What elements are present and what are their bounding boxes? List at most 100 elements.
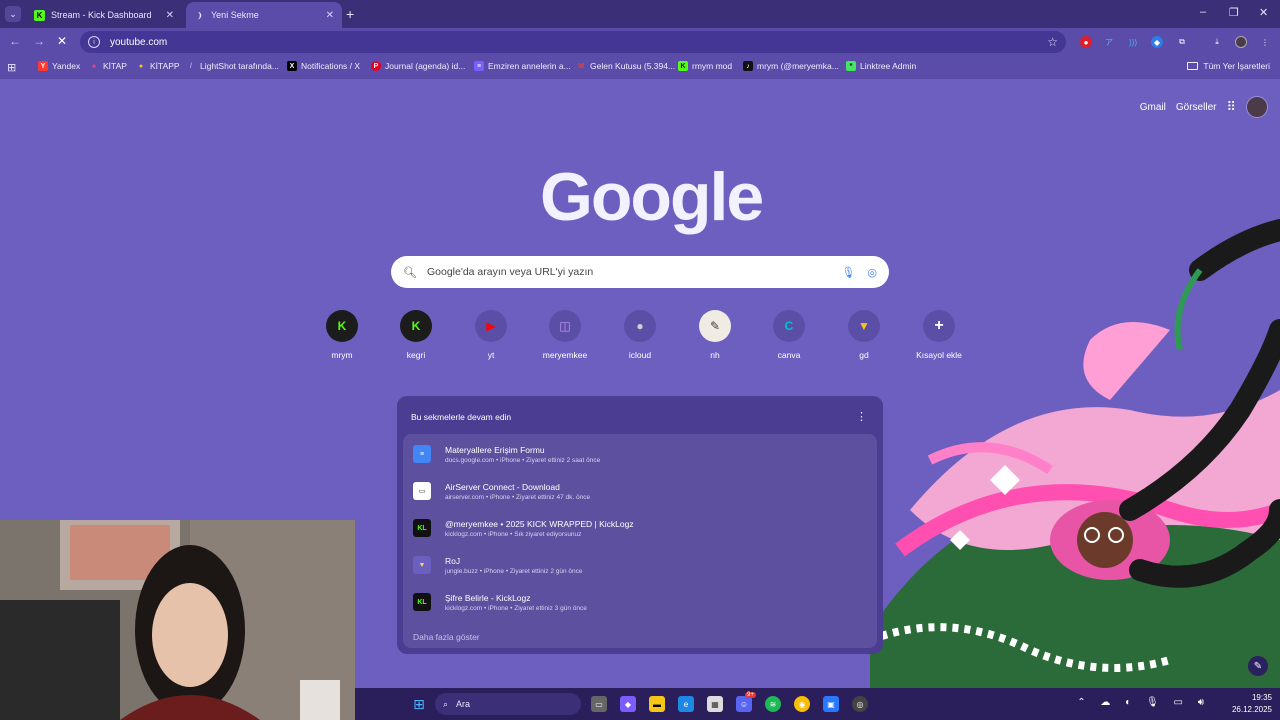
address-bar[interactable]: i youtube.com ☆ [80, 31, 1066, 53]
bookmark-x-notifications[interactable]: X Notifications / X [287, 61, 360, 71]
edge-icon[interactable]: e [678, 696, 694, 712]
close-icon[interactable]: ✕ [166, 10, 174, 21]
lightshot-icon: / [190, 62, 192, 70]
obs-icon[interactable]: ◎ [852, 696, 868, 712]
bookmark-yandex[interactable]: Y Yandex [38, 61, 80, 71]
shortcut-meryemkee[interactable]: ◫ meryemkee [527, 310, 603, 360]
x-icon: X [287, 61, 297, 71]
shortcut-gd[interactable]: ▼ gd [826, 310, 902, 360]
close-icon[interactable]: ✕ [326, 10, 334, 21]
new-tab-button[interactable]: + [346, 6, 354, 22]
shortcut-kegri[interactable]: Kkegri [378, 310, 454, 360]
item-meta: airserver.com • iPhone • Ziyaret ettiniz… [445, 493, 591, 501]
stop-loading-icon[interactable]: ✕ [57, 34, 67, 48]
bookmark-label: Notifications / X [301, 61, 361, 71]
all-bookmarks-folder[interactable]: Tüm Yer İşaretleri [1187, 61, 1270, 71]
shortcut-icloud[interactable]: ● icloud [602, 310, 678, 360]
bookmark-journal[interactable]: P Journal (agenda) id... [371, 61, 465, 71]
item-title: Şifre Belirle - KickLogz [445, 592, 531, 603]
bookmark-label: KİTAPP [150, 61, 180, 71]
site-info-icon[interactable]: i [88, 36, 100, 48]
tiktok-icon: ♪ [743, 61, 753, 71]
clock[interactable]: 19:35 26.12.2025 [1232, 692, 1272, 716]
add-shortcut-button[interactable]: + Kısayol ekle [901, 310, 977, 360]
apps-grid-icon[interactable]: ⊞ [7, 61, 16, 74]
folder-icon [1187, 62, 1199, 70]
bookmark-label: Journal (agenda) id... [385, 61, 466, 71]
close-window-button[interactable]: ✕ [1259, 6, 1268, 19]
kitapp-icon: ● [138, 62, 144, 70]
list-item[interactable]: KL Şifre Belirle - KickLogz kicklogz.com … [403, 584, 877, 620]
restore-button[interactable]: ❐ [1229, 6, 1239, 19]
shortcut-mrym[interactable]: Kmrym [304, 310, 380, 360]
taskbar-search[interactable]: ⌕ Ara [435, 693, 581, 715]
shortcut-canva[interactable]: Ccanva [751, 310, 827, 360]
customize-pencil-icon[interactable]: ✎ [1248, 656, 1268, 676]
images-link[interactable]: Görseller [1176, 102, 1217, 113]
spotify-icon[interactable]: ≋ [765, 696, 781, 712]
bookmark-star-icon[interactable]: ☆ [1047, 35, 1058, 49]
bookmark-tiktok[interactable]: ♪ mrym (@meryemka... [743, 61, 839, 71]
shortcut-yt[interactable]: ▶ yt [453, 310, 529, 360]
list-item[interactable]: ≡ Materyallere Erişim Formu docs.google.c… [403, 436, 877, 472]
file-explorer-icon[interactable]: ▬ [649, 696, 665, 712]
card-list: ≡ Materyallere Erişim Formu docs.google.c… [403, 434, 877, 648]
search-box[interactable]: 🔍︎ Google'da arayın veya URL'yi yazın 🎙︎… [391, 256, 889, 288]
bookmark-emziren[interactable]: ≡ Emziren annelerin a... [474, 61, 571, 71]
gmail-link[interactable]: Gmail [1140, 102, 1166, 113]
card-title: Bu sekmelerle devam edin [411, 412, 512, 422]
tab-kick-dashboard[interactable]: K Stream - Kick Dashboard ✕ [26, 2, 182, 28]
extensions-puzzle-icon[interactable]: ⧉ [1176, 36, 1188, 48]
item-meta: jungle.buzz • iPhone • Ziyaret ettiniz 2… [445, 567, 583, 575]
card-menu-icon[interactable]: ⋮ [856, 410, 867, 423]
microphone-icon[interactable]: 🎙︎ [841, 266, 855, 279]
menu-kebab-icon[interactable]: ⋮ [1259, 36, 1271, 48]
list-item[interactable]: ▭ AirServer Connect - Download airserver.… [403, 473, 877, 509]
copilot-icon[interactable]: ◆ [620, 696, 636, 712]
bookmark-gelen-kutusu[interactable]: M Gelen Kutusu (5.394... [576, 61, 675, 71]
blue-extension-icon[interactable]: ◆ [1151, 36, 1163, 48]
extension-red-icon[interactable]: ● [1080, 36, 1092, 48]
kick-icon: K [34, 9, 45, 21]
tab-search-button[interactable]: ⌄ [5, 6, 21, 22]
windows-taskbar: ⊞ ⌕ Ara ▭ ◆ ▬ e ▦ ☺ 9+ ≋ ◉ ▣ ◎ ⌃ ☁ ◐ 🎙︎ ▭… [355, 688, 1280, 720]
windows-start-icon[interactable]: ⊞ [411, 696, 427, 712]
list-item[interactable]: ▼ RoJ jungle.buzz • iPhone • Ziyaret etti… [403, 547, 877, 583]
forward-arrow-icon[interactable]: → [33, 34, 45, 48]
minimize-button[interactable]: – [1200, 6, 1206, 18]
chrome-icon[interactable]: ◉ [794, 696, 810, 712]
google-lens-icon[interactable]: ◎ [867, 266, 877, 279]
bookmark-kitapp[interactable]: ● KİTAPP [136, 61, 180, 71]
task-view-icon[interactable]: ▭ [591, 696, 607, 712]
back-arrow-icon[interactable]: ← [9, 34, 21, 48]
google-apps-icon[interactable]: ⠿ [1226, 99, 1236, 115]
download-icon[interactable]: ⤓ [1211, 36, 1223, 48]
shortcut-label: meryemkee [542, 350, 588, 360]
profile-avatar[interactable] [1235, 36, 1247, 48]
account-avatar[interactable] [1246, 96, 1268, 118]
show-more-link[interactable]: Daha fazla göster [413, 632, 480, 642]
tab-title: Stream - Kick Dashboard [51, 10, 152, 20]
bookmark-linktree[interactable]: * Linktree Admin [846, 61, 916, 71]
shortcut-nh[interactable]: ✎ nh [677, 310, 753, 360]
nh-icon: ✎ [699, 310, 731, 342]
system-tray-icons[interactable]: ⌃ ☁ ◐ 🎙︎ ▭ 🔊︎ [1077, 697, 1210, 708]
search-input[interactable]: Google'da arayın veya URL'yi yazın [427, 266, 593, 278]
bookmark-rmym-mod[interactable]: Krmym mod [678, 61, 732, 71]
notification-badge: 9+ [745, 692, 756, 698]
bookmark-lightshot[interactable]: / LightShot tarafında... [186, 61, 279, 71]
kitap-icon: ♠ [92, 62, 96, 70]
bookmark-kitap[interactable]: ♠ KİTAP [89, 61, 127, 71]
bookmark-label: rmym mod [692, 61, 733, 71]
discord-icon[interactable]: ☺ [736, 696, 752, 712]
kick-icon: K [326, 310, 358, 342]
store-icon[interactable]: ▦ [707, 696, 723, 712]
list-item[interactable]: KL @meryemkee • 2025 KICK WRAPPED | Kick… [403, 510, 877, 546]
tab-new-tab[interactable]: ❩ Yeni Sekme ✕ [186, 2, 342, 28]
remote-desktop-icon[interactable]: ▣ [823, 696, 839, 712]
sound-extension-icon[interactable]: ))) [1127, 36, 1139, 48]
shortcut-label: nh [710, 350, 720, 360]
translate-extension-icon[interactable]: ア [1103, 36, 1115, 48]
youtube-icon: ▶ [475, 310, 507, 342]
kicklogz-icon: KL [413, 519, 431, 537]
